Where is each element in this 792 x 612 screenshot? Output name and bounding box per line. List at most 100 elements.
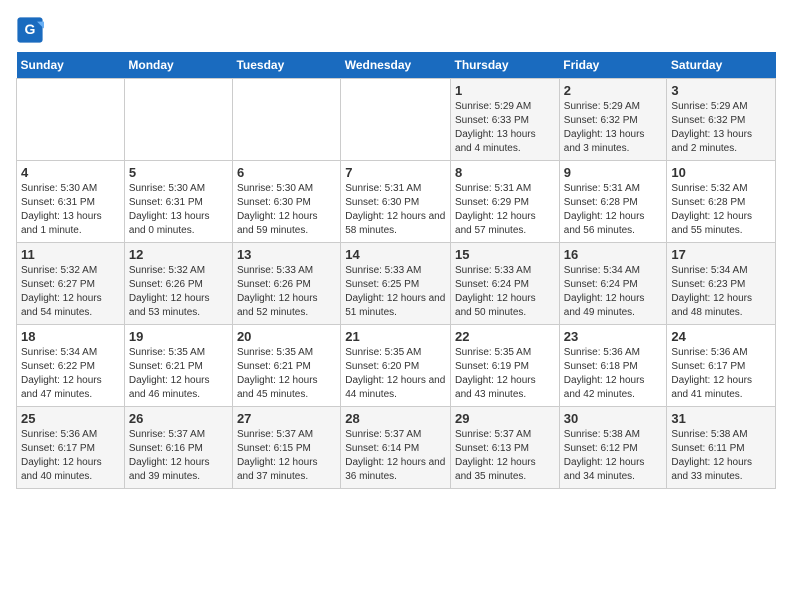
day-detail: Sunrise: 5:29 AMSunset: 6:32 PMDaylight:… [671, 100, 771, 156]
calendar-cell: 15 Sunrise: 5:33 AMSunset: 6:24 PMDayligh… [451, 243, 560, 325]
day-number: 20 [237, 329, 336, 344]
day-number: 17 [671, 247, 771, 262]
calendar-cell: 30 Sunrise: 5:38 AMSunset: 6:12 PMDayligh… [559, 407, 667, 489]
calendar-cell: 24 Sunrise: 5:36 AMSunset: 6:17 PMDayligh… [667, 325, 776, 407]
logo: G [16, 16, 48, 44]
day-detail: Sunrise: 5:33 AMSunset: 6:24 PMDaylight:… [455, 264, 555, 320]
day-detail: Sunrise: 5:29 AMSunset: 6:33 PMDaylight:… [455, 100, 555, 156]
calendar-cell: 3 Sunrise: 5:29 AMSunset: 6:32 PMDaylight… [667, 79, 776, 161]
day-number: 23 [564, 329, 663, 344]
day-detail: Sunrise: 5:32 AMSunset: 6:26 PMDaylight:… [129, 264, 228, 320]
day-detail: Sunrise: 5:35 AMSunset: 6:21 PMDaylight:… [129, 346, 228, 402]
day-number: 30 [564, 411, 663, 426]
day-detail: Sunrise: 5:36 AMSunset: 6:17 PMDaylight:… [671, 346, 771, 402]
day-detail: Sunrise: 5:36 AMSunset: 6:18 PMDaylight:… [564, 346, 663, 402]
day-header-tuesday: Tuesday [232, 52, 340, 79]
day-number: 10 [671, 165, 771, 180]
day-header-sunday: Sunday [17, 52, 125, 79]
calendar-cell: 17 Sunrise: 5:34 AMSunset: 6:23 PMDayligh… [667, 243, 776, 325]
calendar-cell: 12Sunrise: 5:32 AMSunset: 6:26 PMDayligh… [124, 243, 232, 325]
day-detail: Sunrise: 5:38 AMSunset: 6:12 PMDaylight:… [564, 428, 663, 484]
day-detail: Sunrise: 5:34 AMSunset: 6:24 PMDaylight:… [564, 264, 663, 320]
calendar-cell: 9Sunrise: 5:31 AMSunset: 6:28 PMDaylight… [559, 161, 667, 243]
day-number: 19 [129, 329, 228, 344]
calendar-cell: 21 Sunrise: 5:35 AMSunset: 6:20 PMDayligh… [341, 325, 451, 407]
day-number: 6 [237, 165, 336, 180]
calendar-cell [124, 79, 232, 161]
calendar-cell: 23 Sunrise: 5:36 AMSunset: 6:18 PMDayligh… [559, 325, 667, 407]
calendar-cell: 27 Sunrise: 5:37 AMSunset: 6:15 PMDayligh… [232, 407, 340, 489]
calendar-cell: 8Sunrise: 5:31 AMSunset: 6:29 PMDaylight… [451, 161, 560, 243]
svg-text:G: G [25, 21, 36, 37]
calendar-cell: 20 Sunrise: 5:35 AMSunset: 6:21 PMDayligh… [232, 325, 340, 407]
day-detail: Sunrise: 5:32 AMSunset: 6:28 PMDaylight:… [671, 182, 771, 238]
header-row: SundayMondayTuesdayWednesdayThursdayFrid… [17, 52, 776, 79]
calendar-cell: 28 Sunrise: 5:37 AMSunset: 6:14 PMDayligh… [341, 407, 451, 489]
day-detail: Sunrise: 5:37 AMSunset: 6:13 PMDaylight:… [455, 428, 555, 484]
calendar-table: SundayMondayTuesdayWednesdayThursdayFrid… [16, 52, 776, 489]
day-number: 8 [455, 165, 555, 180]
day-number: 11 [21, 247, 120, 262]
day-number: 22 [455, 329, 555, 344]
calendar-cell: 7 Sunrise: 5:31 AMSunset: 6:30 PMDaylight… [341, 161, 451, 243]
day-detail: Sunrise: 5:37 AMSunset: 6:14 PMDaylight:… [345, 428, 446, 484]
calendar-cell: 4 Sunrise: 5:30 AMSunset: 6:31 PMDaylight… [17, 161, 125, 243]
day-number: 25 [21, 411, 120, 426]
day-detail: Sunrise: 5:32 AMSunset: 6:27 PMDaylight:… [21, 264, 120, 320]
day-detail: Sunrise: 5:37 AMSunset: 6:15 PMDaylight:… [237, 428, 336, 484]
calendar-cell: 1Sunrise: 5:29 AMSunset: 6:33 PMDaylight… [451, 79, 560, 161]
day-number: 13 [237, 247, 336, 262]
calendar-cell: 5 Sunrise: 5:30 AMSunset: 6:31 PMDaylight… [124, 161, 232, 243]
day-number: 4 [21, 165, 120, 180]
calendar-cell: 14Sunrise: 5:33 AMSunset: 6:25 PMDayligh… [341, 243, 451, 325]
header: G [16, 16, 776, 44]
day-number: 5 [129, 165, 228, 180]
day-header-wednesday: Wednesday [341, 52, 451, 79]
day-number: 29 [455, 411, 555, 426]
day-detail: Sunrise: 5:29 AMSunset: 6:32 PMDaylight:… [564, 100, 663, 156]
week-row-3: 11 Sunrise: 5:32 AMSunset: 6:27 PMDayligh… [17, 243, 776, 325]
calendar-cell: 22 Sunrise: 5:35 AMSunset: 6:19 PMDayligh… [451, 325, 560, 407]
calendar-cell: 18 Sunrise: 5:34 AMSunset: 6:22 PMDayligh… [17, 325, 125, 407]
day-detail: Sunrise: 5:35 AMSunset: 6:19 PMDaylight:… [455, 346, 555, 402]
day-number: 9 [564, 165, 663, 180]
day-number: 27 [237, 411, 336, 426]
day-number: 16 [564, 247, 663, 262]
day-number: 28 [345, 411, 446, 426]
day-detail: Sunrise: 5:34 AMSunset: 6:22 PMDaylight:… [21, 346, 120, 402]
day-detail: Sunrise: 5:38 AMSunset: 6:11 PMDaylight:… [671, 428, 771, 484]
day-detail: Sunrise: 5:36 AMSunset: 6:17 PMDaylight:… [21, 428, 120, 484]
calendar-cell [341, 79, 451, 161]
calendar-cell: 6 Sunrise: 5:30 AMSunset: 6:30 PMDaylight… [232, 161, 340, 243]
calendar-cell: 26 Sunrise: 5:37 AMSunset: 6:16 PMDayligh… [124, 407, 232, 489]
day-number: 3 [671, 83, 771, 98]
day-number: 18 [21, 329, 120, 344]
day-number: 31 [671, 411, 771, 426]
day-detail: Sunrise: 5:31 AMSunset: 6:30 PMDaylight:… [345, 182, 446, 238]
day-number: 2 [564, 83, 663, 98]
day-detail: Sunrise: 5:33 AMSunset: 6:26 PMDaylight:… [237, 264, 336, 320]
day-detail: Sunrise: 5:30 AMSunset: 6:31 PMDaylight:… [129, 182, 228, 238]
day-detail: Sunrise: 5:35 AMSunset: 6:21 PMDaylight:… [237, 346, 336, 402]
day-number: 7 [345, 165, 446, 180]
day-detail: Sunrise: 5:35 AMSunset: 6:20 PMDaylight:… [345, 346, 446, 402]
day-header-thursday: Thursday [451, 52, 560, 79]
calendar-cell: 25 Sunrise: 5:36 AMSunset: 6:17 PMDayligh… [17, 407, 125, 489]
day-number: 24 [671, 329, 771, 344]
week-row-1: 1Sunrise: 5:29 AMSunset: 6:33 PMDaylight… [17, 79, 776, 161]
day-detail: Sunrise: 5:33 AMSunset: 6:25 PMDaylight:… [345, 264, 446, 320]
day-header-friday: Friday [559, 52, 667, 79]
day-number: 26 [129, 411, 228, 426]
day-header-monday: Monday [124, 52, 232, 79]
day-detail: Sunrise: 5:30 AMSunset: 6:30 PMDaylight:… [237, 182, 336, 238]
calendar-cell: 31 Sunrise: 5:38 AMSunset: 6:11 PMDayligh… [667, 407, 776, 489]
week-row-2: 4 Sunrise: 5:30 AMSunset: 6:31 PMDaylight… [17, 161, 776, 243]
calendar-cell: 19 Sunrise: 5:35 AMSunset: 6:21 PMDayligh… [124, 325, 232, 407]
logo-icon: G [16, 16, 44, 44]
day-number: 21 [345, 329, 446, 344]
calendar-cell: 29 Sunrise: 5:37 AMSunset: 6:13 PMDayligh… [451, 407, 560, 489]
day-detail: Sunrise: 5:37 AMSunset: 6:16 PMDaylight:… [129, 428, 228, 484]
day-detail: Sunrise: 5:30 AMSunset: 6:31 PMDaylight:… [21, 182, 120, 238]
day-detail: Sunrise: 5:34 AMSunset: 6:23 PMDaylight:… [671, 264, 771, 320]
day-number: 15 [455, 247, 555, 262]
